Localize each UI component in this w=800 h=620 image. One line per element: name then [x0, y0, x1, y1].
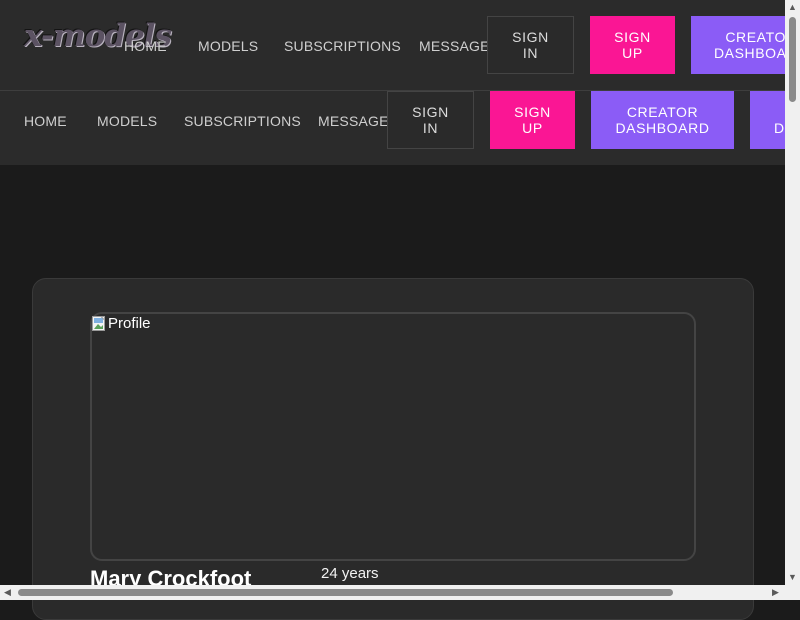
nav-models-link-2[interactable]: MODELS: [97, 113, 157, 129]
profile-image[interactable]: Profile: [92, 315, 151, 332]
nav-subscriptions-link[interactable]: SUBSCRIPTIONS: [284, 38, 401, 54]
horizontal-scrollbar[interactable]: ◀ ▶: [0, 585, 785, 600]
broken-image-icon: [92, 315, 106, 332]
sign-in-label-2: SIGN IN: [412, 104, 449, 136]
creator-dashboard-label: CREATOR DASHBOARD: [713, 29, 785, 61]
dashboard-button-partial[interactable]: D: [750, 91, 785, 149]
horizontal-scroll-thumb[interactable]: [18, 589, 673, 596]
scrollbar-corner: [785, 585, 800, 600]
sign-up-label-2: SIGN UP: [514, 104, 551, 136]
sign-up-label: SIGN UP: [614, 29, 651, 61]
nav-home-link[interactable]: HOME: [124, 38, 167, 54]
nav-home-link-2[interactable]: HOME: [24, 113, 67, 129]
nav-subscriptions-link-2[interactable]: SUBSCRIPTIONS: [184, 113, 301, 129]
site-header: x-models HOME MODELS SUBSCRIPTIONS MESSA…: [0, 0, 785, 165]
creator-dashboard-button-2[interactable]: CREATOR DASHBOARD: [591, 91, 734, 149]
dashboard-partial-label: D: [774, 120, 785, 136]
sign-in-button-2[interactable]: SIGN IN: [387, 91, 474, 149]
right-arrow-icon[interactable]: ▶: [772, 588, 779, 597]
nav-models-link[interactable]: MODELS: [198, 38, 258, 54]
sign-up-button-2[interactable]: SIGN UP: [490, 91, 575, 149]
vertical-scrollbar[interactable]: ▲ ▼: [785, 0, 800, 585]
profile-image-frame[interactable]: [90, 312, 696, 561]
profile-age: 24 years: [321, 565, 379, 582]
sign-up-button[interactable]: SIGN UP: [590, 16, 675, 74]
vertical-scroll-thumb[interactable]: [789, 17, 796, 102]
sign-in-button[interactable]: SIGN IN: [487, 16, 574, 74]
creator-dashboard-button[interactable]: CREATOR DASHBOARD: [691, 16, 785, 74]
down-arrow-icon[interactable]: ▼: [788, 573, 797, 582]
sign-in-label: SIGN IN: [512, 29, 549, 61]
profile-image-alt: Profile: [108, 315, 151, 332]
up-arrow-icon[interactable]: ▲: [788, 3, 797, 12]
left-arrow-icon[interactable]: ◀: [4, 588, 11, 597]
creator-dashboard-label-2: CREATOR DASHBOARD: [615, 104, 710, 136]
